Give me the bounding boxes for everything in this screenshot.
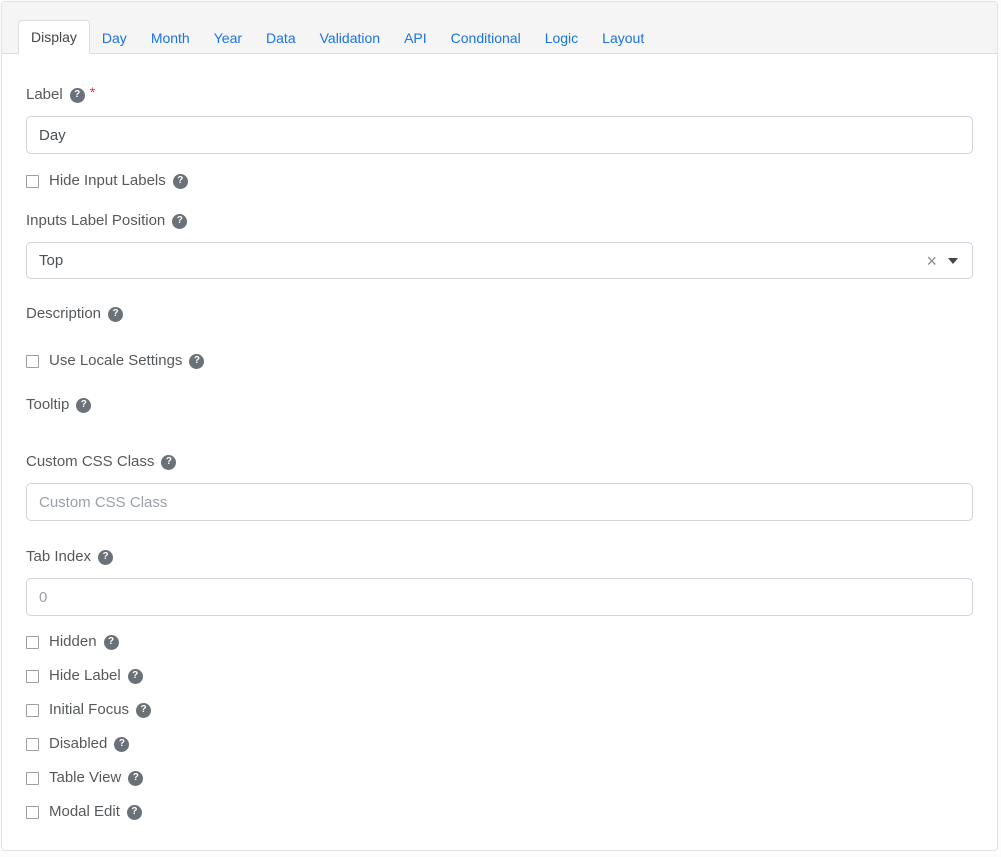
- help-icon[interactable]: ?: [136, 703, 151, 718]
- required-asterisk: *: [90, 83, 95, 101]
- tab-year[interactable]: Year: [202, 22, 254, 54]
- initial-focus-row[interactable]: Initial Focus ?: [26, 701, 973, 719]
- tab-bar: Display Day Month Year Data Validation A…: [2, 2, 997, 54]
- tab-api[interactable]: API: [392, 22, 439, 54]
- help-icon[interactable]: ?: [189, 354, 204, 369]
- help-icon[interactable]: ?: [114, 737, 129, 752]
- disabled-row[interactable]: Disabled ?: [26, 735, 973, 753]
- use-locale-settings-row[interactable]: Use Locale Settings ?: [26, 352, 973, 370]
- inputs-label-position-label-text: Inputs Label Position: [26, 212, 165, 230]
- help-icon[interactable]: ?: [76, 398, 91, 413]
- tab-data[interactable]: Data: [254, 22, 308, 54]
- help-icon[interactable]: ?: [128, 771, 143, 786]
- label-field-label: Label ? *: [26, 86, 973, 104]
- table-view-checkbox[interactable]: [26, 772, 39, 785]
- inputs-label-position-label: Inputs Label Position ?: [26, 212, 973, 230]
- modal-edit-row[interactable]: Modal Edit ?: [26, 803, 973, 821]
- tab-logic[interactable]: Logic: [533, 22, 590, 54]
- tooltip-label-text: Tooltip: [26, 396, 69, 414]
- help-icon[interactable]: ?: [127, 805, 142, 820]
- hide-input-labels-label: Hide Input Labels: [49, 172, 166, 190]
- custom-css-class-label: Custom CSS Class ?: [26, 453, 973, 471]
- modal-edit-checkbox[interactable]: [26, 806, 39, 819]
- modal-edit-label: Modal Edit: [49, 803, 120, 821]
- tooltip-group: Tooltip ?: [26, 396, 973, 414]
- hide-input-labels-checkbox[interactable]: [26, 175, 39, 188]
- help-icon[interactable]: ?: [128, 669, 143, 684]
- tab-conditional[interactable]: Conditional: [439, 22, 533, 54]
- help-icon[interactable]: ?: [70, 88, 85, 103]
- disabled-label: Disabled: [49, 735, 107, 753]
- hide-label-checkbox[interactable]: [26, 670, 39, 683]
- custom-css-class-input[interactable]: [26, 483, 973, 521]
- tab-index-label: Tab Index ?: [26, 548, 973, 566]
- display-settings-form: Label ? * Hide Input Labels ? Inputs Lab…: [2, 54, 997, 845]
- inputs-label-position-value: Top: [39, 252, 63, 269]
- hidden-row[interactable]: Hidden ?: [26, 633, 973, 651]
- table-view-label: Table View: [49, 769, 121, 787]
- tab-index-label-text: Tab Index: [26, 548, 91, 566]
- description-group: Description ?: [26, 305, 973, 323]
- label-field-label-text: Label: [26, 86, 63, 104]
- hidden-label: Hidden: [49, 633, 97, 651]
- custom-css-class-group: Custom CSS Class ?: [26, 453, 973, 521]
- inputs-label-position-group: Inputs Label Position ? Top ×: [26, 212, 973, 279]
- hidden-checkbox[interactable]: [26, 636, 39, 649]
- use-locale-settings-checkbox[interactable]: [26, 355, 39, 368]
- chevron-down-icon: [948, 258, 958, 264]
- tab-display[interactable]: Display: [18, 20, 90, 54]
- inputs-label-position-select[interactable]: Top ×: [26, 242, 973, 279]
- help-icon[interactable]: ?: [98, 550, 113, 565]
- help-icon[interactable]: ?: [161, 455, 176, 470]
- tooltip-label: Tooltip ?: [26, 396, 973, 414]
- toggle-checkbox-list: Hidden ? Hide Label ? Initial Focus ? Di…: [26, 633, 973, 821]
- tab-index-group: Tab Index ?: [26, 548, 973, 616]
- disabled-checkbox[interactable]: [26, 738, 39, 751]
- initial-focus-label: Initial Focus: [49, 701, 129, 719]
- help-icon[interactable]: ?: [172, 214, 187, 229]
- help-icon[interactable]: ?: [173, 174, 188, 189]
- component-settings-panel: Display Day Month Year Data Validation A…: [1, 1, 998, 851]
- tab-day[interactable]: Day: [90, 22, 139, 54]
- description-label: Description ?: [26, 305, 973, 323]
- tab-index-input[interactable]: [26, 578, 973, 616]
- hide-label-row[interactable]: Hide Label ?: [26, 667, 973, 685]
- clear-selection-icon[interactable]: ×: [926, 252, 937, 270]
- hide-input-labels-row[interactable]: Hide Input Labels ?: [26, 172, 973, 190]
- tab-month[interactable]: Month: [139, 22, 202, 54]
- label-field-group: Label ? *: [26, 86, 973, 154]
- tab-validation[interactable]: Validation: [308, 22, 392, 54]
- help-icon[interactable]: ?: [108, 307, 123, 322]
- custom-css-class-label-text: Custom CSS Class: [26, 453, 154, 471]
- label-input[interactable]: [26, 116, 973, 154]
- select-controls: ×: [926, 252, 958, 270]
- tab-layout[interactable]: Layout: [590, 22, 656, 54]
- use-locale-settings-label: Use Locale Settings: [49, 352, 182, 370]
- help-icon[interactable]: ?: [104, 635, 119, 650]
- hide-label-label: Hide Label: [49, 667, 121, 685]
- initial-focus-checkbox[interactable]: [26, 704, 39, 717]
- description-label-text: Description: [26, 305, 101, 323]
- table-view-row[interactable]: Table View ?: [26, 769, 973, 787]
